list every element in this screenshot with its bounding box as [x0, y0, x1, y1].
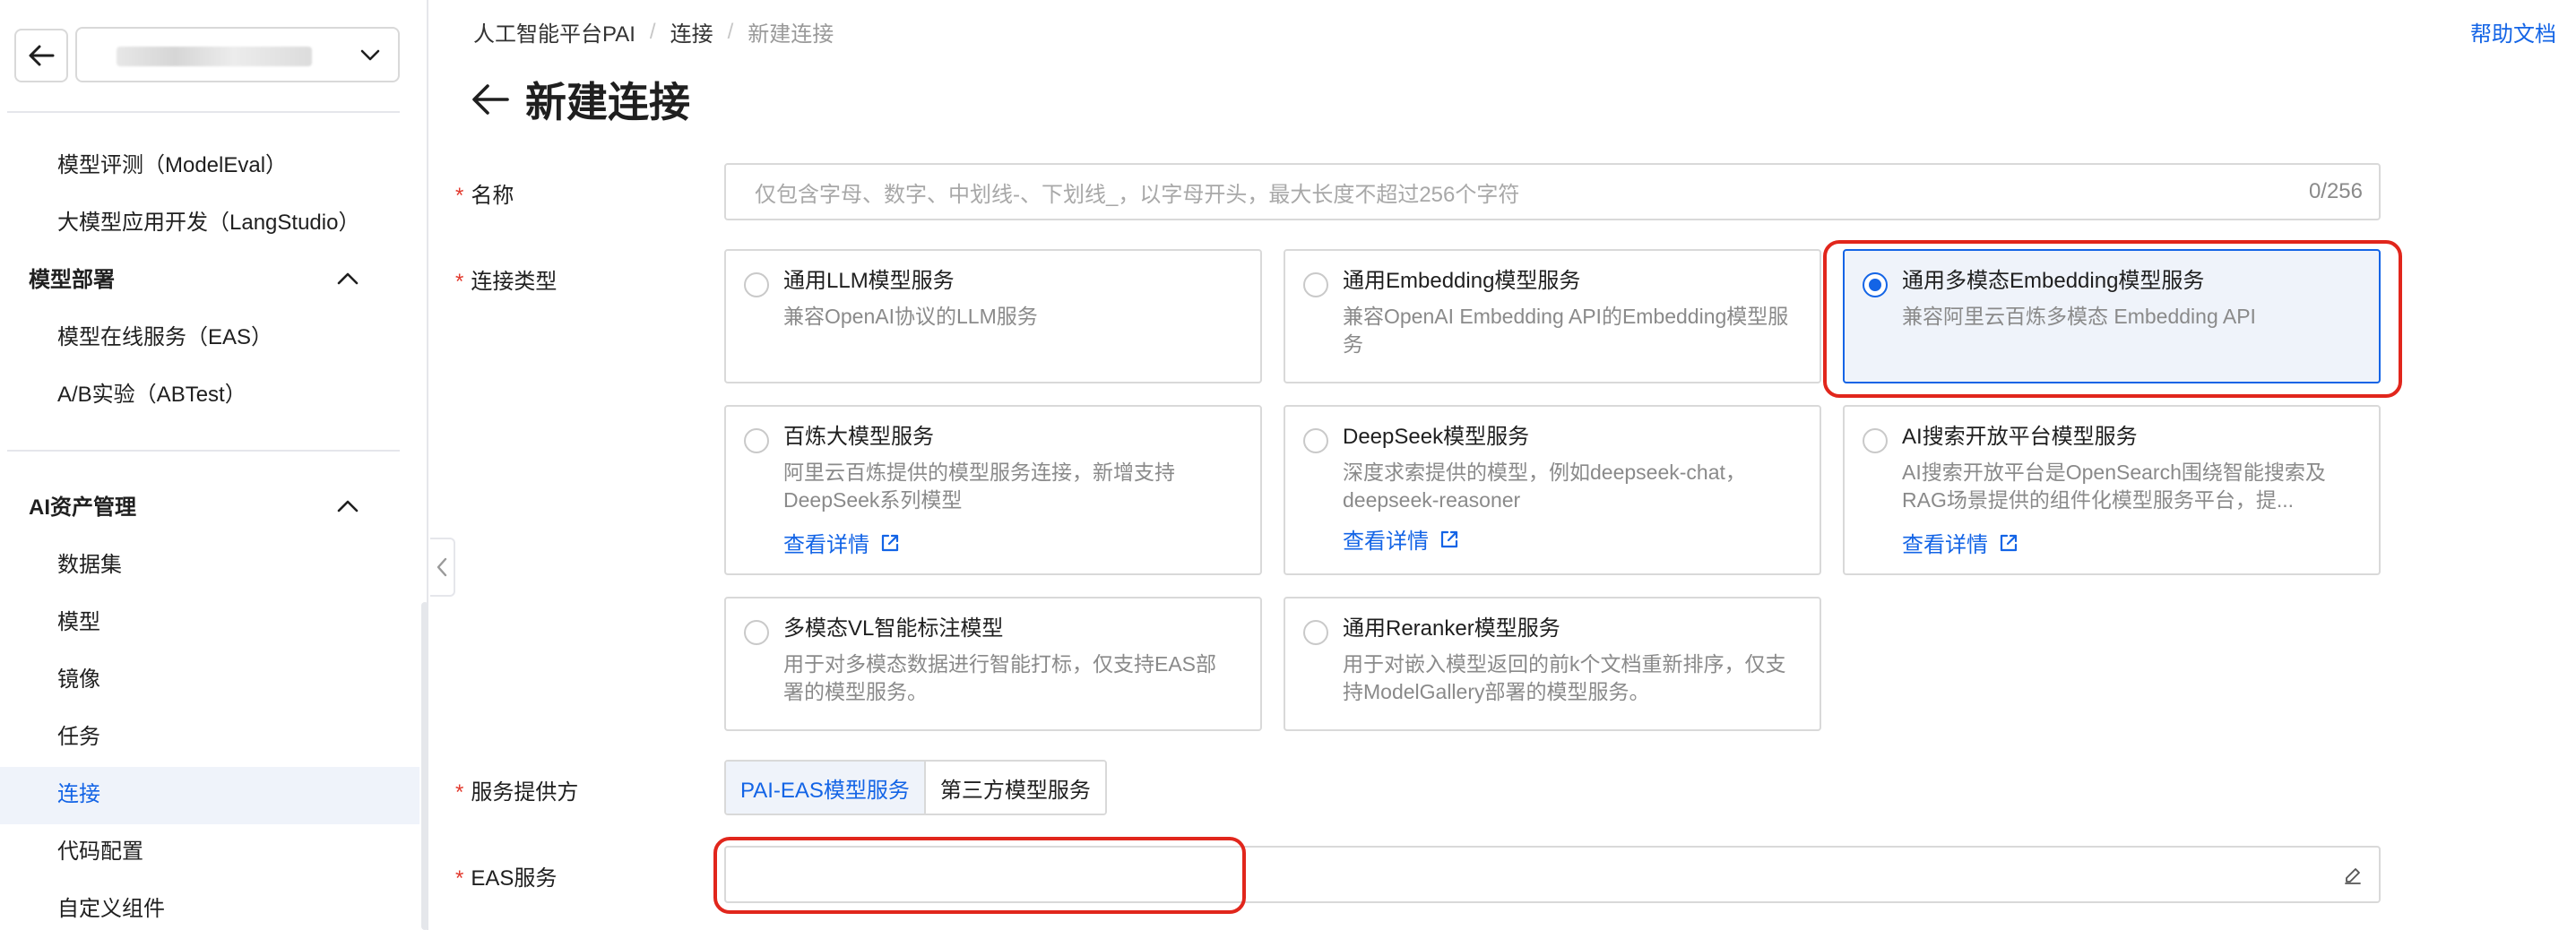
back-arrow-icon	[29, 45, 55, 66]
back-button[interactable]	[14, 29, 68, 82]
type-card-llm[interactable]: 通用LLM模型服务 兼容OpenAI协议的LLM服务	[724, 249, 1262, 383]
chevron-up-icon[interactable]	[335, 495, 360, 518]
card-title: DeepSeek模型服务	[1343, 425, 1530, 449]
card-desc: AI搜索开放平台是OpenSearch围绕智能搜索及RAG场景提供的组件化模型服…	[1902, 461, 2326, 512]
card-desc: 用于对多模态数据进行智能打标，仅支持EAS部署的模型服务。	[783, 652, 1217, 703]
name-placeholder: 仅包含字母、数字、中划线-、下划线_，以字母开头，最大长度不超过256个字符	[755, 182, 1520, 207]
type-card-deepseek[interactable]: DeepSeek模型服务 深度求索提供的模型，例如deepseek-chat，d…	[1284, 405, 1821, 575]
chevron-down-icon	[360, 49, 380, 61]
page-header: 新建连接	[471, 70, 690, 129]
type-card-reranker[interactable]: 通用Reranker模型服务 用于对嵌入模型返回的前k个文档重新排序，仅支持Mo…	[1284, 597, 1821, 731]
radio-bailian[interactable]	[744, 428, 769, 453]
required-mark: *	[455, 780, 464, 805]
connection-type-label: * 连接类型	[455, 270, 558, 294]
provider-option-third-party[interactable]: 第三方模型服务	[925, 762, 1105, 814]
radio-llm[interactable]	[744, 272, 769, 297]
sidebar-item-models[interactable]: 模型	[57, 609, 100, 636]
sidebar-item-datasets[interactable]: 数据集	[57, 552, 122, 579]
view-details-link[interactable]: 查看详情	[1343, 523, 1459, 555]
sidebar-item-modeleval[interactable]: 模型评测（ModelEval）	[57, 152, 287, 179]
sidebar-divider	[7, 111, 400, 113]
radio-ai-search[interactable]	[1863, 428, 1888, 453]
sidebar-item-abtest[interactable]: A/B实验（ABTest）	[57, 382, 246, 409]
breadcrumb-current: 新建连接	[748, 22, 834, 47]
type-card-embedding[interactable]: 通用Embedding模型服务 兼容OpenAI Embedding API的E…	[1284, 249, 1821, 383]
sidebar-item-connections[interactable]: 连接	[57, 781, 100, 808]
sidebar-item-images[interactable]: 镜像	[57, 667, 100, 693]
eas-service-label: * EAS服务	[455, 866, 558, 891]
view-details-link[interactable]: 查看详情	[783, 527, 900, 558]
sidebar-divider	[7, 450, 400, 452]
card-title: 多模态VL智能标注模型	[783, 616, 1004, 641]
required-mark: *	[455, 866, 464, 891]
breadcrumb-connections[interactable]: 连接	[670, 16, 713, 47]
annotation-highlight-selected-type	[1823, 240, 2402, 398]
back-arrow-icon[interactable]	[471, 83, 509, 116]
external-link-icon	[1440, 530, 1458, 547]
chevron-up-icon[interactable]	[335, 267, 360, 290]
sidebar: 模型评测（ModelEval） 大模型应用开发（LangStudio） 模型部署…	[0, 0, 428, 930]
page-title: 新建连接	[525, 79, 690, 125]
card-title: 通用Reranker模型服务	[1343, 616, 1560, 641]
card-title: 百炼大模型服务	[783, 425, 934, 449]
sidebar-item-eas[interactable]: 模型在线服务（EAS）	[57, 324, 272, 351]
help-docs-link[interactable]: 帮助文档	[2470, 16, 2556, 47]
external-link-icon	[2000, 534, 2018, 551]
provider-segmented-control: PAI-EAS模型服务 第三方模型服务	[724, 760, 1107, 815]
edit-icon[interactable]	[2343, 865, 2363, 885]
name-input[interactable]: 仅包含字母、数字、中划线-、下划线_，以字母开头，最大长度不超过256个字符 0…	[724, 163, 2381, 220]
required-mark: *	[455, 270, 464, 294]
name-label: * 名称	[455, 184, 514, 208]
radio-reranker[interactable]	[1303, 620, 1328, 645]
sidebar-item-langstudio[interactable]: 大模型应用开发（LangStudio）	[57, 210, 359, 237]
breadcrumb-separator: /	[649, 19, 656, 44]
card-title: AI搜索开放平台模型服务	[1902, 425, 2138, 449]
card-title: 通用Embedding模型服务	[1343, 269, 1581, 293]
workspace-name-redacted	[117, 47, 312, 66]
type-card-vl-labeling[interactable]: 多模态VL智能标注模型 用于对多模态数据进行智能打标，仅支持EAS部署的模型服务…	[724, 597, 1262, 731]
name-char-count: 0/256	[2308, 179, 2363, 203]
sidebar-group-assets[interactable]: AI资产管理	[29, 495, 136, 521]
sidebar-collapse-toggle[interactable]	[430, 538, 455, 597]
radio-embedding[interactable]	[1303, 272, 1328, 297]
sidebar-group-deploy[interactable]: 模型部署	[29, 267, 115, 294]
sidebar-item-jobs[interactable]: 任务	[57, 724, 100, 751]
sidebar-item-code-config[interactable]: 代码配置	[57, 839, 143, 865]
view-details-link[interactable]: 查看详情	[1902, 527, 2018, 558]
workspace-select[interactable]	[75, 27, 400, 82]
card-title: 通用LLM模型服务	[783, 269, 955, 293]
radio-vl-labeling[interactable]	[744, 620, 769, 645]
card-desc: 深度求索提供的模型，例如deepseek-chat，deepseek-reaso…	[1343, 461, 1746, 512]
external-link-icon	[881, 534, 899, 551]
card-desc: 用于对嵌入模型返回的前k个文档重新排序，仅支持ModelGallery部署的模型…	[1343, 652, 1786, 703]
card-desc: 兼容OpenAI协议的LLM服务	[783, 305, 1038, 328]
card-desc: 阿里云百炼提供的模型服务连接，新增支持DeepSeek系列模型	[783, 461, 1175, 512]
radio-deepseek[interactable]	[1303, 428, 1328, 453]
provider-label: * 服务提供方	[455, 780, 579, 805]
breadcrumb-pai[interactable]: 人工智能平台PAI	[473, 16, 635, 47]
breadcrumb-separator: /	[727, 19, 734, 44]
breadcrumb: 人工智能平台PAI / 连接 / 新建连接	[473, 16, 834, 47]
provider-option-pai-eas[interactable]: PAI-EAS模型服务	[726, 762, 926, 814]
chevron-left-icon	[437, 557, 447, 577]
type-card-ai-search[interactable]: AI搜索开放平台模型服务 AI搜索开放平台是OpenSearch围绕智能搜索及R…	[1843, 405, 2381, 575]
type-card-bailian[interactable]: 百炼大模型服务 阿里云百炼提供的模型服务连接，新增支持DeepSeek系列模型 …	[724, 405, 1262, 575]
card-desc: 兼容OpenAI Embedding API的Embedding模型服务	[1343, 305, 1789, 356]
annotation-highlight-eas-service	[713, 837, 1246, 914]
sidebar-item-custom-components[interactable]: 自定义组件	[57, 896, 165, 923]
required-mark: *	[455, 184, 464, 208]
sidebar-scrollbar[interactable]	[421, 602, 428, 930]
